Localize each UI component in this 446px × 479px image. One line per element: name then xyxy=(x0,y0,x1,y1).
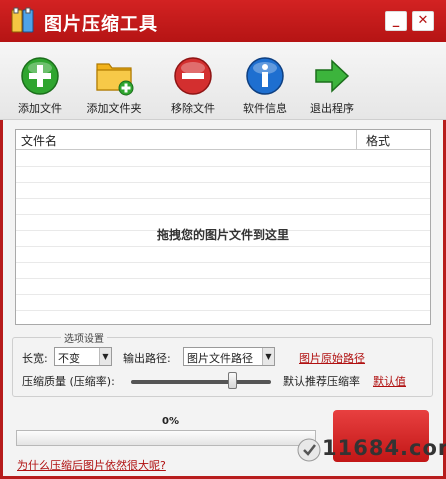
recommend-text: 默认推荐压缩率 xyxy=(283,375,360,388)
column-header-format[interactable]: 格式 xyxy=(366,132,390,149)
watermark-logo-icon xyxy=(297,438,321,462)
output-path-label: 输出路径: xyxy=(123,352,171,365)
size-select-value: 不变 xyxy=(58,352,80,365)
remove-file-button[interactable]: 移除文件 xyxy=(158,56,228,116)
quality-slider[interactable] xyxy=(131,372,271,389)
default-value-link[interactable]: 默认值 xyxy=(373,373,406,389)
original-path-link[interactable]: 图片原始路径 xyxy=(299,350,365,366)
options-legend: 选项设置 xyxy=(61,330,107,345)
info-icon xyxy=(246,57,284,95)
progress-bar xyxy=(16,430,316,446)
toolbar: 添加文件 添加文件夹 移除文件 软件信息 退出程序 xyxy=(0,42,446,120)
remove-file-label: 移除文件 xyxy=(171,102,215,115)
slider-thumb[interactable] xyxy=(228,372,237,389)
main-panel: 文件名 格式 拖拽您的图片文件到这里 选项设置 长宽: 不变 ▼ 输出路径: 图… xyxy=(3,120,443,476)
site-watermark: 11684.com xyxy=(296,430,446,470)
quality-label: 压缩质量 (压缩率): xyxy=(22,375,115,388)
chevron-down-icon: ▼ xyxy=(262,348,274,365)
file-list[interactable]: 文件名 格式 拖拽您的图片文件到这里 xyxy=(15,129,431,325)
exit-arrow-icon xyxy=(315,59,350,93)
output-path-value: 图片文件路径 xyxy=(187,352,253,365)
column-header-filename[interactable]: 文件名 xyxy=(21,132,57,149)
add-folder-button[interactable]: 添加文件夹 xyxy=(79,56,149,116)
minimize-button[interactable]: _ xyxy=(385,11,407,31)
software-info-button[interactable]: 软件信息 xyxy=(230,56,300,116)
size-select[interactable]: 不变 ▼ xyxy=(54,347,112,366)
software-info-label: 软件信息 xyxy=(243,102,287,115)
chevron-down-icon: ▼ xyxy=(99,348,111,365)
app-window: 图片压缩工具 _ ✕ 添加文件 添加文件夹 移除文件 软件信息 退出程序 文件名… xyxy=(0,0,446,479)
add-folder-label: 添加文件夹 xyxy=(86,102,142,115)
title-bar[interactable]: 图片压缩工具 _ ✕ xyxy=(0,0,446,42)
slider-track xyxy=(131,380,271,384)
remove-icon xyxy=(174,57,212,95)
exit-program-button[interactable]: 退出程序 xyxy=(297,56,367,116)
output-path-select[interactable]: 图片文件路径 ▼ xyxy=(183,347,275,366)
add-file-label: 添加文件 xyxy=(18,102,62,115)
app-logo-icon xyxy=(11,7,34,33)
help-link[interactable]: 为什么压缩后图片依然很大呢? xyxy=(17,457,166,473)
folder-add-icon xyxy=(96,63,134,96)
size-label: 长宽: xyxy=(22,352,48,365)
add-file-button[interactable]: 添加文件 xyxy=(5,56,75,116)
add-icon xyxy=(21,57,59,95)
window-title: 图片压缩工具 xyxy=(44,14,158,35)
watermark-text: 11684.com xyxy=(322,436,446,460)
progress-percent: 0% xyxy=(162,416,179,427)
drop-hint-text: 拖拽您的图片文件到这里 xyxy=(156,228,289,242)
close-button[interactable]: ✕ xyxy=(412,11,434,31)
column-divider[interactable] xyxy=(356,130,357,150)
file-list-header: 文件名 格式 xyxy=(16,130,430,150)
exit-program-label: 退出程序 xyxy=(310,102,354,115)
